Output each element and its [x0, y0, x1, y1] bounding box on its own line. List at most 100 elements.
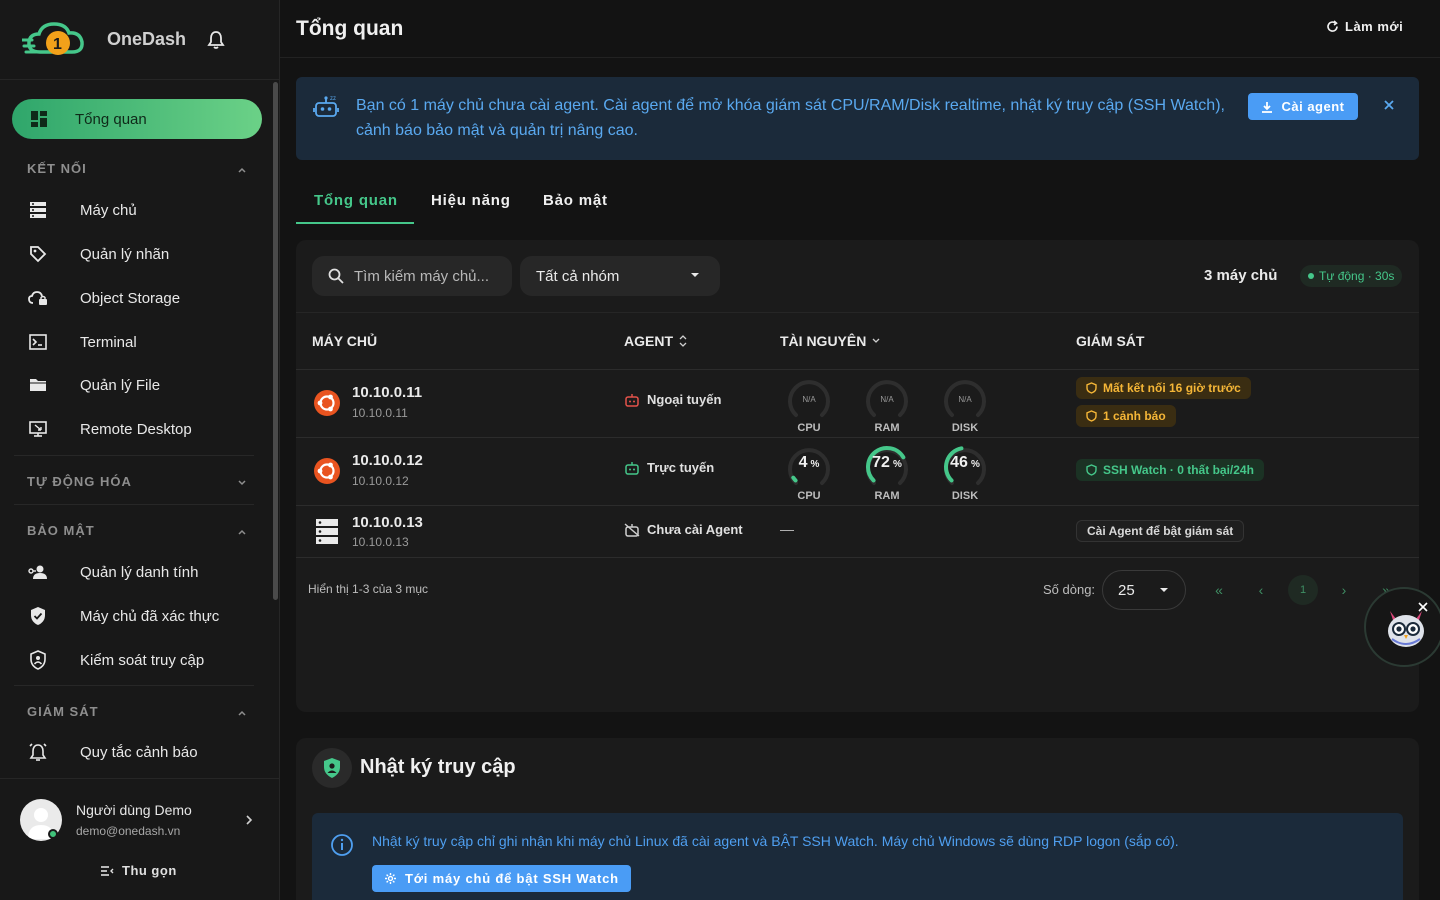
install-agent-button[interactable]: Cài agent [1248, 93, 1358, 120]
close-icon[interactable] [1417, 601, 1429, 613]
bell-icon[interactable] [206, 30, 226, 50]
sidebar-item-label: Object Storage [80, 289, 181, 307]
refresh-icon [1327, 20, 1338, 32]
table-row[interactable]: 10.10.0.13 10.10.0.13 Chưa cài Agent — C… [296, 506, 1419, 558]
sidebar: 1 OneDash Tổng quan KẾT NỐI Máy chủ Quản… [0, 0, 280, 900]
sidebar-item-access-control[interactable]: Kiểm soát truy cập [12, 642, 262, 678]
alert-chip[interactable]: 1 cảnh báo [1076, 405, 1176, 427]
sidebar-item-remote-desktop[interactable]: Remote Desktop [12, 411, 262, 447]
column-monitoring[interactable]: GIÁM SÁT [1076, 333, 1144, 349]
cloud-lock-icon [28, 288, 48, 308]
sidebar-item-label: Remote Desktop [80, 420, 192, 438]
chevron-down-icon[interactable] [236, 477, 248, 489]
sidebar-item-label: Quy tắc cảnh báo [80, 743, 198, 761]
svg-text:zz: zz [330, 96, 336, 102]
close-icon[interactable] [1382, 98, 1396, 112]
rows-per-page-value: 25 [1118, 581, 1135, 599]
auto-refresh-badge[interactable]: Tự động · 30s [1300, 265, 1403, 287]
table-row[interactable]: 10.10.0.12 10.10.0.12 Trực tuyến 4% CPU [296, 438, 1419, 506]
access-log-title: Nhật ký truy cập [360, 756, 516, 778]
install-agent-hint[interactable]: Cài Agent để bật giám sát [1076, 520, 1245, 542]
access-log-card: Nhật ký truy cập Nhật ký truy cập chỉ gh… [296, 738, 1419, 900]
ubuntu-icon [314, 390, 340, 416]
section-automation[interactable]: TỰ ĐỘNG HÓA [27, 474, 132, 489]
chevron-up-icon[interactable] [236, 164, 248, 176]
header-divider [280, 57, 1440, 58]
next-page-button[interactable]: › [1329, 575, 1359, 605]
first-page-button[interactable]: « [1204, 575, 1234, 605]
page-title: Tổng quan [296, 17, 404, 40]
robot-off-icon [624, 522, 640, 537]
section-security[interactable]: BẢO MẬT [27, 523, 95, 538]
sidebar-item-tags[interactable]: Quản lý nhãn [12, 236, 262, 272]
user-shield-icon [324, 758, 340, 778]
sidebar-item-files[interactable]: Quản lý File [12, 367, 262, 403]
ssh-watch-chip[interactable]: SSH Watch · 0 thất bại/24h [1076, 459, 1264, 481]
chevron-up-icon[interactable] [236, 526, 248, 538]
shield-icon [1086, 464, 1097, 476]
info-icon [331, 834, 353, 856]
collapse-label: Thu gọn [122, 863, 177, 878]
page-1-button[interactable]: 1 [1288, 575, 1318, 605]
rows-per-page-label: Số dòng: [1043, 582, 1096, 597]
assistant-owl-button[interactable] [1364, 587, 1440, 667]
group-select[interactable]: Tất cả nhóm [520, 256, 720, 296]
tab-security[interactable]: Bảo mật [543, 192, 608, 209]
sidebar-item-alert-rules[interactable]: Quy tắc cảnh báo [12, 734, 262, 770]
server-icon [28, 200, 48, 220]
table-row[interactable]: 10.10.0.11 10.10.0.11 Ngoại tuyến N/A CP… [296, 370, 1419, 438]
sidebar-item-overview[interactable]: Tổng quan [12, 99, 262, 139]
sidebar-item-verified-servers[interactable]: Máy chủ đã xác thực [12, 598, 262, 634]
agent-status-label: Trực tuyến [647, 460, 715, 475]
ram-label: RAM [874, 422, 900, 434]
server-name[interactable]: 10.10.0.11 [352, 384, 422, 401]
collapse-sidebar-button[interactable]: Thu gọn [100, 863, 177, 878]
percent-unit: % [810, 459, 820, 470]
refresh-button[interactable]: Làm mới [1326, 19, 1403, 34]
shield-icon [1086, 410, 1097, 422]
section-connect[interactable]: KẾT NỐI [27, 161, 87, 176]
alert-chip[interactable]: Mất kết nối 16 giờ trước [1076, 377, 1251, 399]
tab-overview[interactable]: Tổng quan [314, 192, 398, 209]
install-agent-label: Cài agent [1281, 99, 1345, 114]
user-profile[interactable]: Người dùng Demo demo@onedash.vn Thu gọn [0, 778, 279, 900]
verified-shield-icon [28, 606, 48, 626]
agent-status: Ngoại tuyến [624, 392, 721, 407]
active-tab-indicator [296, 222, 414, 224]
onedash-logo[interactable]: 1 [22, 18, 94, 62]
column-agent[interactable]: AGENT [624, 333, 687, 349]
ram-value: 72% [860, 454, 914, 472]
resources-placeholder: — [780, 521, 794, 537]
tab-performance[interactable]: Hiệu năng [431, 192, 511, 209]
server-count: 3 máy chủ [1204, 267, 1278, 284]
access-shield-icon [28, 650, 48, 670]
shield-icon [1086, 382, 1097, 394]
enable-ssh-watch-label: Tới máy chủ để bật SSH Watch [405, 871, 619, 886]
column-agent-label: AGENT [624, 333, 673, 349]
server-name[interactable]: 10.10.0.13 [352, 514, 423, 531]
cpu-number: 4 [798, 454, 808, 471]
search-box[interactable] [312, 256, 512, 296]
rows-per-page-select[interactable]: 25 [1102, 570, 1186, 610]
column-resources[interactable]: TÀI NGUYÊN [780, 333, 880, 349]
chevron-right-icon[interactable] [242, 813, 256, 827]
sidebar-item-object-storage[interactable]: Object Storage [12, 280, 262, 316]
prev-page-button[interactable]: ‹ [1246, 575, 1276, 605]
column-server[interactable]: MÁY CHỦ [312, 333, 377, 349]
enable-ssh-watch-button[interactable]: Tới máy chủ để bật SSH Watch [372, 865, 631, 892]
section-monitoring[interactable]: GIÁM SÁT [27, 704, 99, 719]
sidebar-item-servers[interactable]: Máy chủ [12, 192, 262, 228]
search-input[interactable] [354, 267, 504, 285]
server-name[interactable]: 10.10.0.12 [352, 452, 423, 469]
terminal-icon [28, 332, 48, 352]
agent-banner: zz Bạn có 1 máy chủ chưa cài agent. Cài … [296, 77, 1419, 160]
gear-icon [385, 873, 396, 884]
chevron-up-icon[interactable] [236, 707, 248, 719]
sidebar-scrollbar[interactable] [273, 82, 278, 600]
install-agent-hint-label: Cài Agent để bật giám sát [1087, 524, 1234, 538]
chevron-down-icon [872, 338, 880, 343]
group-select-value: Tất cả nhóm [536, 267, 620, 285]
disk-label: DISK [951, 422, 979, 434]
sidebar-item-identity[interactable]: Quản lý danh tính [12, 554, 262, 590]
sidebar-item-terminal[interactable]: Terminal [12, 324, 262, 360]
